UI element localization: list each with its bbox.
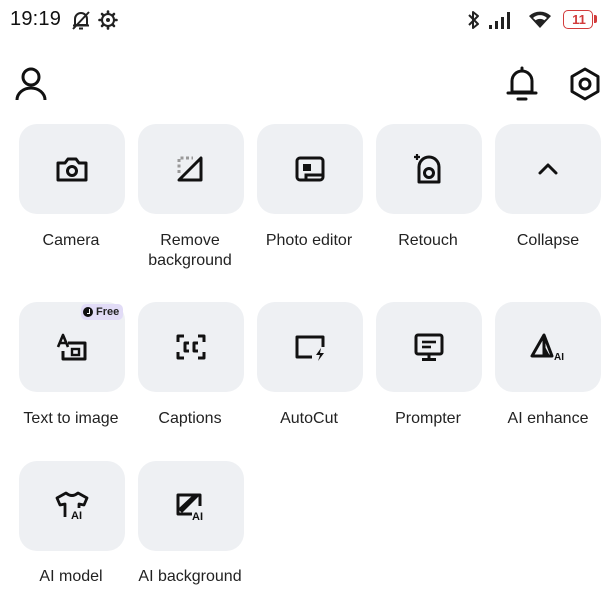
retouch-icon: [414, 154, 441, 184]
tool-label: Collapse: [516, 232, 580, 249]
tool-label: Photo editor: [265, 232, 353, 249]
settings-hexagon-icon[interactable]: [568, 66, 602, 102]
photo-editor-icon: [295, 156, 325, 182]
ai-enhance-icon: AI: [530, 333, 564, 363]
tool-retouch[interactable]: [376, 124, 482, 214]
prompter-icon: [414, 333, 444, 361]
tool-remove-background[interactable]: [138, 124, 244, 214]
free-badge: Free: [81, 304, 124, 320]
tool-ai-model[interactable]: AI: [19, 461, 125, 551]
tool-text-to-image[interactable]: Free: [19, 302, 125, 392]
tool-label: Remove background: [148, 232, 232, 269]
profile-icon[interactable]: [14, 66, 48, 102]
svg-text:AI: AI: [554, 352, 564, 363]
tool-camera[interactable]: [19, 124, 125, 214]
tool-label: Text to image: [23, 410, 119, 427]
ai-model-icon: AI: [55, 491, 89, 522]
tool-captions[interactable]: [138, 302, 244, 392]
tool-label: Retouch: [398, 232, 458, 249]
status-time: 19:19: [10, 8, 62, 30]
clock-icon: [83, 307, 93, 317]
remove-background-icon: [177, 156, 203, 182]
bell-off-icon: [72, 11, 90, 30]
tool-label: Camera: [42, 232, 100, 249]
autocut-icon: [295, 335, 325, 361]
tool-ai-enhance[interactable]: AI: [495, 302, 601, 392]
tool-ai-background[interactable]: AI: [138, 461, 244, 551]
tool-label: AI background: [138, 568, 242, 585]
tool-collapse[interactable]: [495, 124, 601, 214]
notification-bell-icon[interactable]: [505, 66, 539, 102]
tool-label: Captions: [158, 410, 222, 427]
camera-icon: [56, 157, 88, 182]
bluetooth-icon: [468, 11, 479, 29]
tool-label: AI model: [39, 568, 103, 585]
ai-background-icon: AI: [176, 493, 203, 522]
svg-text:AI: AI: [192, 511, 203, 522]
badge-label: Free: [96, 306, 120, 318]
tool-autocut[interactable]: [257, 302, 363, 392]
wifi-icon: [529, 11, 551, 28]
status-bar: 19:19 11: [0, 0, 608, 40]
tool-label: AI enhance: [507, 410, 589, 427]
tool-label: Prompter: [395, 410, 461, 427]
svg-text:AI: AI: [71, 510, 82, 522]
battery-level: 11: [572, 12, 586, 27]
tool-photo-editor[interactable]: [257, 124, 363, 214]
text-to-image-icon: [56, 333, 87, 361]
tool-label: AutoCut: [280, 410, 338, 427]
chevron-up-icon: [538, 163, 558, 175]
battery-icon: 11: [563, 10, 597, 29]
tool-prompter[interactable]: [376, 302, 482, 392]
settings-gear-icon: [98, 10, 118, 30]
signal-icon: [489, 12, 510, 29]
captions-icon: [176, 334, 206, 360]
